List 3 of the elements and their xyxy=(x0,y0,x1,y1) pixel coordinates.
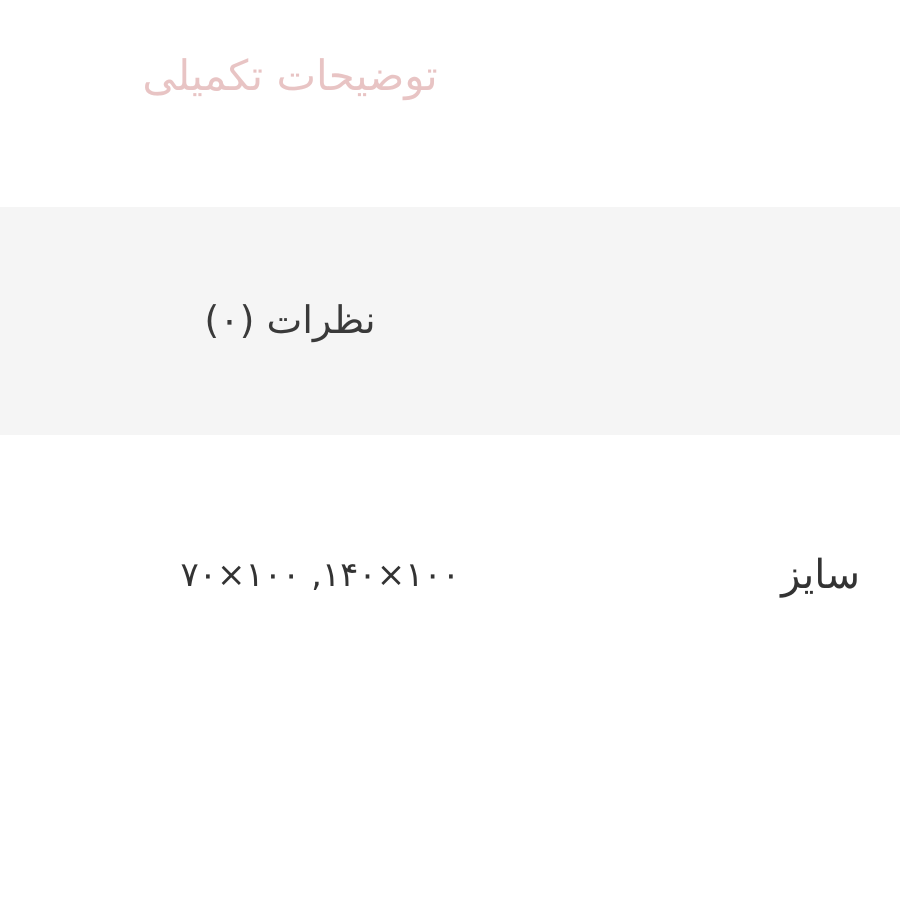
tab[interactable]: نظرات (۰) xyxy=(204,297,376,345)
attribute-label: سایز xyxy=(778,551,860,600)
attribute-value: ۱۰۰×۱۴۰, ۱۰۰×۷۰ xyxy=(180,554,460,596)
